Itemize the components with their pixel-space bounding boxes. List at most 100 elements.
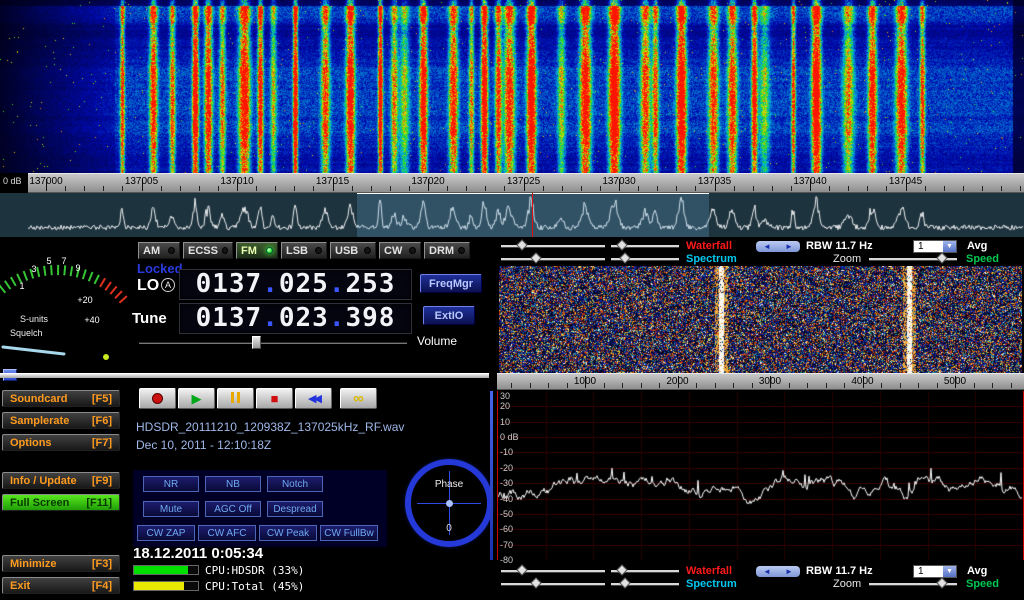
zoom-slider[interactable] xyxy=(869,578,957,589)
waterfall-brightness-slider[interactable] xyxy=(501,240,605,251)
mode-button-label: LSB xyxy=(286,245,308,257)
lo-frequency-display[interactable]: 0137.025.253 xyxy=(179,269,412,300)
menu-button-exit[interactable]: Exit[F4] xyxy=(2,577,120,594)
avg-select[interactable]: 1▼ xyxy=(913,565,957,578)
dsp-button-notch[interactable]: Notch xyxy=(267,476,323,492)
scale-tick-minor xyxy=(390,186,391,191)
scale-label: 137005 xyxy=(125,176,158,187)
chevron-down-icon[interactable]: ▼ xyxy=(943,566,956,577)
waterfall-brightness-slider[interactable] xyxy=(501,565,605,576)
spectrum-brightness-slider[interactable] xyxy=(501,253,605,264)
dsp-button-agc-off[interactable]: AGC Off xyxy=(205,501,261,517)
mode-led-icon xyxy=(168,247,175,254)
main-waterfall-display[interactable] xyxy=(0,0,1024,173)
menu-button-options[interactable]: Options[F7] xyxy=(2,434,120,451)
hdsdr-app: 1370001370051370101370151370201370251370… xyxy=(0,0,1024,600)
menu-button-minimize[interactable]: Minimize[F3] xyxy=(2,555,120,572)
main-frequency-scale[interactable]: 1370001370051370101370151370201370251370… xyxy=(28,173,1024,193)
lock-a-icon[interactable]: A xyxy=(161,278,175,292)
menu-button-info-update[interactable]: Info / Update[F9] xyxy=(2,472,120,489)
avg-select[interactable]: 1▼ xyxy=(913,240,957,253)
cpu-total-text: CPU:Total (45%) xyxy=(205,580,304,593)
dsp-button-cw-fullbw[interactable]: CW FullBw xyxy=(320,525,378,541)
dsp-button-despread[interactable]: Despread xyxy=(267,501,323,517)
play-button[interactable]: ▶ xyxy=(178,388,215,409)
passband-region[interactable] xyxy=(357,193,709,237)
slider-thumb[interactable] xyxy=(616,564,627,575)
shift-arrows[interactable]: ◄► xyxy=(756,566,800,577)
main-spectrum-display[interactable] xyxy=(0,193,1024,237)
mode-button-am[interactable]: AM xyxy=(138,242,180,259)
slider-thumb[interactable] xyxy=(531,577,542,588)
spectrum-label: Spectrum xyxy=(686,253,737,266)
slider-thumb[interactable] xyxy=(616,239,627,250)
waterfall-contrast-slider[interactable] xyxy=(611,565,679,576)
right-waterfall-scale[interactable]: 10002000300040005000 xyxy=(497,373,1024,390)
spectrum-contrast-slider[interactable] xyxy=(611,578,679,589)
rbw-label: RBW 11.7 Hz xyxy=(806,565,873,578)
extio-button[interactable]: ExtIO xyxy=(423,306,475,325)
scale-label: 137020 xyxy=(411,176,444,187)
tune-frequency-display[interactable]: 0137.023.398 xyxy=(179,303,412,334)
volume-slider-thumb[interactable] xyxy=(252,336,261,349)
zoom-slider[interactable] xyxy=(869,253,957,264)
stop-button[interactable]: ■ xyxy=(256,388,293,409)
volume-slider[interactable] xyxy=(139,336,407,349)
mode-button-usb[interactable]: USB xyxy=(330,242,376,259)
waterfall-contrast-slider[interactable] xyxy=(611,240,679,251)
db-scale-label: -10 xyxy=(500,447,513,457)
spectrum-contrast-slider[interactable] xyxy=(611,253,679,264)
shift-arrows[interactable]: ◄► xyxy=(756,241,800,252)
record-button[interactable] xyxy=(139,388,176,409)
dsp-button-cw-afc[interactable]: CW AFC xyxy=(198,525,256,541)
scale-tick-minor xyxy=(676,186,677,191)
scale-tick-minor xyxy=(511,383,512,388)
slider-thumb[interactable] xyxy=(516,564,527,575)
scale-tick-minor xyxy=(848,186,849,191)
arrow-right-icon[interactable]: ► xyxy=(785,567,793,576)
mode-button-fm[interactable]: FM xyxy=(236,242,278,259)
slider-thumb[interactable] xyxy=(619,577,630,588)
phase-indicator[interactable]: Phase 0 xyxy=(405,459,493,547)
slider-thumb[interactable] xyxy=(531,252,542,263)
dsp-button-mute[interactable]: Mute xyxy=(143,501,199,517)
mode-button-ecss[interactable]: ECSS xyxy=(183,242,233,259)
arrow-left-icon[interactable]: ◄ xyxy=(763,567,771,576)
vertical-divider[interactable] xyxy=(490,391,493,560)
slider-thumb[interactable] xyxy=(936,577,947,588)
scale-tick-minor xyxy=(352,186,353,191)
slider-thumb[interactable] xyxy=(516,239,527,250)
loop-button[interactable]: ∞ xyxy=(340,388,377,409)
avg-select-value: 1 xyxy=(914,566,943,577)
arrow-left-icon[interactable]: ◄ xyxy=(763,242,771,251)
menu-button-samplerate[interactable]: Samplerate[F6] xyxy=(2,412,120,429)
panel-splitter[interactable] xyxy=(0,373,489,378)
scale-tick-minor xyxy=(371,186,372,191)
avg-label: Avg xyxy=(967,565,987,578)
scale-tick-minor xyxy=(530,383,531,388)
chevron-down-icon[interactable]: ▼ xyxy=(943,241,956,252)
menu-button-full-screen[interactable]: Full Screen[F11] xyxy=(2,494,120,511)
scale-label: 3000 xyxy=(759,376,781,387)
svg-text:9: 9 xyxy=(75,263,80,273)
arrow-right-icon[interactable]: ► xyxy=(785,242,793,251)
slider-thumb[interactable] xyxy=(619,252,630,263)
dsp-button-nb[interactable]: NB xyxy=(205,476,261,492)
rewind-button[interactable]: ◀◀ xyxy=(295,388,332,409)
spectrum-brightness-slider[interactable] xyxy=(501,578,605,589)
mode-button-cw[interactable]: CW xyxy=(379,242,421,259)
right-spectrum-trace xyxy=(498,391,1023,560)
freqmgr-button[interactable]: FreqMgr xyxy=(420,274,482,293)
pause-button[interactable] xyxy=(217,388,254,409)
scale-tick-minor xyxy=(294,186,295,191)
mode-button-drm[interactable]: DRM xyxy=(424,242,470,259)
right-spectrum-display[interactable]: 3020100 dB-10-20-30-40-50-60-70-80 xyxy=(497,391,1024,560)
menu-button-hotkey: [F5] xyxy=(92,393,112,405)
menu-button-soundcard[interactable]: Soundcard[F5] xyxy=(2,390,120,407)
dsp-button-cw-peak[interactable]: CW Peak xyxy=(259,525,317,541)
mode-button-lsb[interactable]: LSB xyxy=(281,242,327,259)
dsp-button-cw-zap[interactable]: CW ZAP xyxy=(137,525,195,541)
dsp-button-nr[interactable]: NR xyxy=(143,476,199,492)
right-waterfall-display[interactable] xyxy=(499,266,1022,373)
slider-thumb[interactable] xyxy=(936,252,947,263)
